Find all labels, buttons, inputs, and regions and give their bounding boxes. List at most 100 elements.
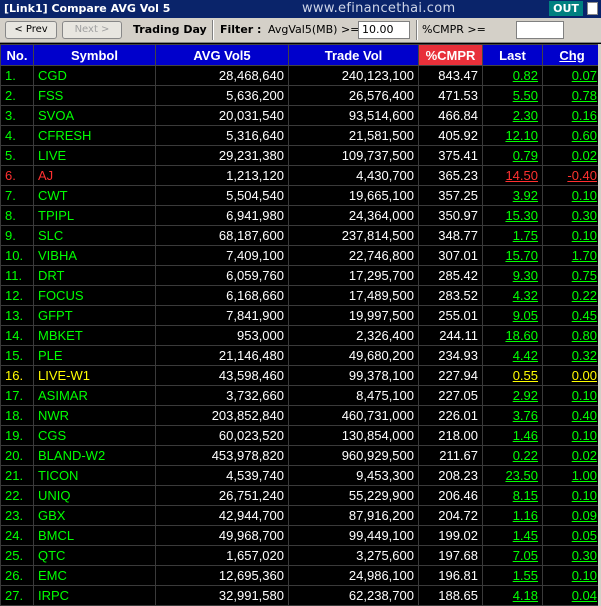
row-chg[interactable]: 0.10 bbox=[542, 485, 601, 506]
row-last-link[interactable]: 9.05 bbox=[513, 308, 538, 323]
row-last[interactable]: 15.70 bbox=[482, 245, 543, 266]
row-last[interactable]: 8.15 bbox=[482, 485, 543, 506]
row-chg[interactable]: 0.04 bbox=[542, 585, 601, 606]
row-last-link[interactable]: 0.79 bbox=[513, 148, 538, 163]
row-chg[interactable]: 0.16 bbox=[542, 105, 601, 126]
row-chg[interactable]: 0.30 bbox=[542, 545, 601, 566]
row-last-link[interactable]: 0.55 bbox=[513, 368, 538, 383]
table-row[interactable]: 11. DRT 6,059,760 17,295,700 285.42 9.30 0.75 bbox=[0, 265, 601, 286]
row-last-link[interactable]: 1.46 bbox=[513, 428, 538, 443]
row-symbol[interactable]: TPIPL bbox=[33, 205, 156, 226]
row-symbol[interactable]: LIVE bbox=[33, 145, 156, 166]
row-symbol[interactable]: MBKET bbox=[33, 325, 156, 346]
row-last-link[interactable]: 4.18 bbox=[513, 588, 538, 603]
row-last-link[interactable]: 1.45 bbox=[513, 528, 538, 543]
table-row[interactable]: 7. CWT 5,504,540 19,665,100 357.25 3.92 0.10 bbox=[0, 185, 601, 206]
table-row[interactable]: 16. LIVE-W1 43,598,460 99,378,100 227.94 0.55… bbox=[0, 365, 601, 386]
row-chg-link[interactable]: 0.22 bbox=[572, 288, 597, 303]
row-last[interactable]: 18.60 bbox=[482, 325, 543, 346]
row-last-link[interactable]: 1.75 bbox=[513, 228, 538, 243]
out-button[interactable]: OUT bbox=[549, 1, 583, 16]
row-last[interactable]: 3.76 bbox=[482, 405, 543, 426]
row-symbol[interactable]: GBX bbox=[33, 505, 156, 526]
row-symbol[interactable]: NWR bbox=[33, 405, 156, 426]
row-symbol[interactable]: UNIQ bbox=[33, 485, 156, 506]
table-row[interactable]: 6. AJ 1,213,120 4,430,700 365.23 14.50 -0.40 bbox=[0, 165, 601, 186]
row-chg-link[interactable]: 0.78 bbox=[572, 88, 597, 103]
row-last[interactable]: 14.50 bbox=[482, 165, 543, 186]
row-last[interactable]: 1.55 bbox=[482, 565, 543, 586]
row-chg[interactable]: 0.40 bbox=[542, 405, 601, 426]
row-chg-link[interactable]: 0.04 bbox=[572, 588, 597, 603]
row-last[interactable]: 0.55 bbox=[482, 365, 543, 386]
row-chg[interactable]: 0.45 bbox=[542, 305, 601, 326]
row-symbol[interactable]: EMC bbox=[33, 565, 156, 586]
header-symbol[interactable]: Symbol bbox=[33, 44, 156, 66]
row-last[interactable]: 2.30 bbox=[482, 105, 543, 126]
table-row[interactable]: 13. GFPT 7,841,900 19,997,500 255.01 9.05 0.45 bbox=[0, 305, 601, 326]
row-chg[interactable]: 0.00 bbox=[542, 365, 601, 386]
row-last-link[interactable]: 3.76 bbox=[513, 408, 538, 423]
table-row[interactable]: 23. GBX 42,944,700 87,916,200 204.72 1.16 0.09 bbox=[0, 505, 601, 526]
row-symbol[interactable]: CGD bbox=[33, 65, 156, 86]
header-trade-vol[interactable]: Trade Vol bbox=[288, 44, 419, 66]
row-symbol[interactable]: AJ bbox=[33, 165, 156, 186]
trading-day-label[interactable]: Trading Day bbox=[133, 21, 207, 39]
row-chg-link[interactable]: 0.10 bbox=[572, 228, 597, 243]
row-last-link[interactable]: 12.10 bbox=[505, 128, 538, 143]
row-last-link[interactable]: 7.05 bbox=[513, 548, 538, 563]
row-symbol[interactable]: ASIMAR bbox=[33, 385, 156, 406]
row-chg-link[interactable]: 0.02 bbox=[572, 448, 597, 463]
row-chg[interactable]: 1.70 bbox=[542, 245, 601, 266]
row-last-link[interactable]: 2.92 bbox=[513, 388, 538, 403]
row-symbol[interactable]: GFPT bbox=[33, 305, 156, 326]
row-symbol[interactable]: IRPC bbox=[33, 585, 156, 606]
row-last[interactable]: 23.50 bbox=[482, 465, 543, 486]
row-chg-link[interactable]: 1.00 bbox=[572, 468, 597, 483]
prev-button[interactable]: < Prev bbox=[5, 21, 57, 39]
next-button[interactable]: Next > bbox=[62, 21, 122, 39]
row-last-link[interactable]: 4.42 bbox=[513, 348, 538, 363]
row-chg[interactable]: 0.05 bbox=[542, 525, 601, 546]
row-last-link[interactable]: 8.15 bbox=[513, 488, 538, 503]
header-chg[interactable]: Chg bbox=[542, 44, 601, 66]
row-last-link[interactable]: 1.55 bbox=[513, 568, 538, 583]
row-last[interactable]: 7.05 bbox=[482, 545, 543, 566]
row-chg[interactable]: 0.78 bbox=[542, 85, 601, 106]
row-chg[interactable]: -0.40 bbox=[542, 165, 601, 186]
table-row[interactable]: 3. SVOA 20,031,540 93,514,600 466.84 2.30 0.16 bbox=[0, 105, 601, 126]
table-row[interactable]: 18. NWR 203,852,840 460,731,000 226.01 3.76 0.… bbox=[0, 405, 601, 426]
row-last[interactable]: 0.22 bbox=[482, 445, 543, 466]
table-row[interactable]: 15. PLE 21,146,480 49,680,200 234.93 4.42 0.32 bbox=[0, 345, 601, 366]
row-last[interactable]: 9.05 bbox=[482, 305, 543, 326]
row-chg[interactable]: 0.60 bbox=[542, 125, 601, 146]
table-row[interactable]: 12. FOCUS 6,168,660 17,489,500 283.52 4.32 0.2… bbox=[0, 285, 601, 306]
row-chg[interactable]: 0.22 bbox=[542, 285, 601, 306]
row-last[interactable]: 0.79 bbox=[482, 145, 543, 166]
table-row[interactable]: 25. QTC 1,657,020 3,275,600 197.68 7.05 0.30 bbox=[0, 545, 601, 566]
row-last[interactable]: 1.16 bbox=[482, 505, 543, 526]
row-chg[interactable]: 0.10 bbox=[542, 185, 601, 206]
row-chg-link[interactable]: 0.60 bbox=[572, 128, 597, 143]
row-last-link[interactable]: 14.50 bbox=[505, 168, 538, 183]
table-row[interactable]: 1. CGD 28,468,640 240,123,100 843.47 0.82 0.07 bbox=[0, 65, 601, 86]
row-chg-link[interactable]: 0.10 bbox=[572, 188, 597, 203]
row-last-link[interactable]: 15.70 bbox=[505, 248, 538, 263]
row-last-link[interactable]: 18.60 bbox=[505, 328, 538, 343]
row-chg-link[interactable]: 0.09 bbox=[572, 508, 597, 523]
row-chg-link[interactable]: 0.02 bbox=[572, 148, 597, 163]
row-symbol[interactable]: FSS bbox=[33, 85, 156, 106]
row-last[interactable]: 1.75 bbox=[482, 225, 543, 246]
table-row[interactable]: 4. CFRESH 5,316,640 21,581,500 405.92 12.10 0.… bbox=[0, 125, 601, 146]
row-symbol[interactable]: CWT bbox=[33, 185, 156, 206]
row-last-link[interactable]: 4.32 bbox=[513, 288, 538, 303]
row-chg-link[interactable]: 0.75 bbox=[572, 268, 597, 283]
row-last[interactable]: 9.30 bbox=[482, 265, 543, 286]
header-avg-vol5[interactable]: AVG Vol5 bbox=[155, 44, 289, 66]
row-chg-link[interactable]: 0.40 bbox=[572, 408, 597, 423]
row-chg[interactable]: 0.10 bbox=[542, 225, 601, 246]
row-symbol[interactable]: QTC bbox=[33, 545, 156, 566]
row-symbol[interactable]: DRT bbox=[33, 265, 156, 286]
row-last[interactable]: 15.30 bbox=[482, 205, 543, 226]
row-chg[interactable]: 0.30 bbox=[542, 205, 601, 226]
